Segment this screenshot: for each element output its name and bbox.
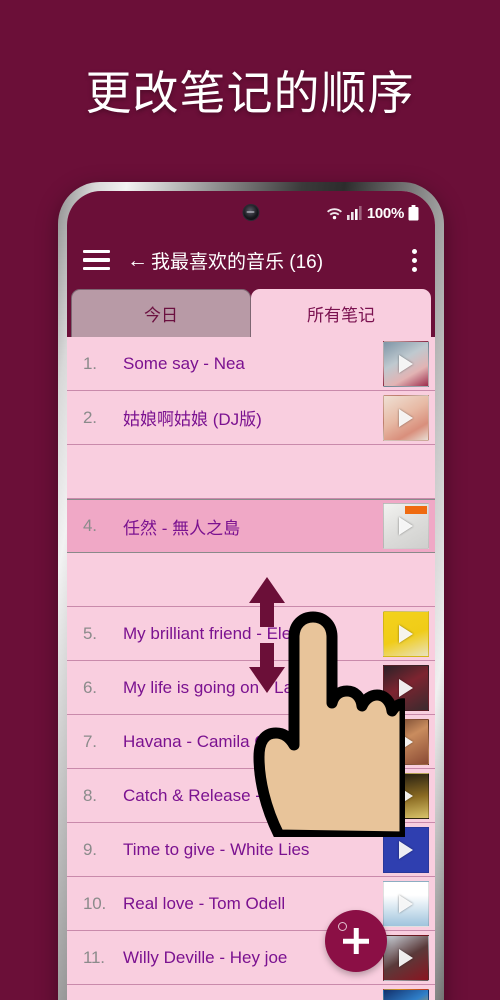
tab-today[interactable]: 今日	[71, 289, 251, 337]
app-bar: ← 我最喜欢的音乐 (16)	[67, 235, 435, 285]
page-title: 更改笔记的顺序	[85, 67, 415, 119]
tab-bar: 今日 所有笔记	[67, 285, 435, 337]
front-camera-icon	[242, 204, 260, 221]
battery-percent-label: 100%	[366, 204, 404, 222]
list-item-title: 姑娘啊姑娘 (DJ版)	[123, 410, 262, 429]
phone-frame: 100% ← 我最喜欢的音乐 (16) 今日 所有笔记 1. Some say …	[58, 182, 444, 1000]
list-item-number: 7.	[83, 731, 97, 751]
list-item-number: 5.	[83, 623, 97, 643]
list-item-title: My life is going on - La	[123, 677, 294, 697]
list-item-title: Havana - Camila Cabello	[123, 731, 312, 751]
phone-screen: 100% ← 我最喜欢的音乐 (16) 今日 所有笔记 1. Some say …	[67, 191, 435, 1000]
list-item[interactable]: 12. Mr. Blue Sky - ELO	[67, 985, 435, 1000]
list-item[interactable]: 6. My life is going on - La	[67, 661, 435, 715]
status-icons: 100%	[326, 205, 419, 222]
cellular-signal-icon	[346, 206, 362, 220]
add-note-fab-icon[interactable]	[325, 910, 387, 972]
thumbnail[interactable]	[383, 340, 429, 387]
list-item-number: 8.	[83, 785, 97, 805]
fab-accent-dot	[338, 922, 347, 931]
list-item[interactable]: 8. Catch & Release - Matt Simons	[67, 769, 435, 823]
hamburger-menu-icon[interactable]	[83, 249, 110, 271]
list-item-title: My brilliant friend - Elena a	[123, 623, 325, 643]
list-item[interactable]: 1. Some say - Nea	[67, 337, 435, 391]
list-item-dragging[interactable]: 4. 任然 - 無人之島	[67, 499, 435, 553]
more-vertical-icon[interactable]	[408, 247, 421, 274]
list-item-title: Catch & Release - Matt Simons	[123, 785, 361, 805]
drop-gap	[67, 553, 435, 607]
app-bar-title: ← 我最喜欢的音乐 (16)	[127, 247, 408, 274]
note-list[interactable]: 1. Some say - Nea 2. 姑娘啊姑娘 (DJ版) 4. 任然 -…	[67, 337, 435, 1000]
status-bar: 100%	[67, 191, 435, 235]
thumbnail[interactable]	[383, 664, 429, 711]
list-item-number: 2.	[83, 407, 97, 427]
back-arrow-icon[interactable]: ←	[127, 250, 148, 271]
list-item[interactable]: 7. Havana - Camila Cabello	[67, 715, 435, 769]
list-item[interactable]: 5. My brilliant friend - Elena a	[67, 607, 435, 661]
thumbnail[interactable]	[383, 394, 429, 441]
thumbnail[interactable]	[383, 988, 429, 1000]
list-item[interactable]: 9. Time to give - White Lies	[67, 823, 435, 877]
thumbnail[interactable]	[383, 503, 429, 549]
list-item-number: 11.	[83, 947, 105, 967]
list-item-number: 1.	[83, 353, 97, 373]
thumbnail[interactable]	[383, 610, 429, 657]
thumbnail[interactable]	[383, 880, 429, 927]
list-item-number: 4.	[83, 516, 97, 535]
wifi-icon	[326, 208, 342, 220]
list-item-title: Some say - Nea	[123, 353, 245, 373]
app-bar-title-label: 我最喜欢的音乐 (16)	[151, 251, 324, 273]
thumbnail[interactable]	[383, 772, 429, 819]
tab-all-notes-label: 所有笔记	[307, 305, 375, 325]
list-item-title: Time to give - White Lies	[123, 839, 310, 859]
thumbnail[interactable]	[383, 934, 429, 981]
tab-today-label: 今日	[144, 306, 178, 325]
list-item-title: 任然 - 無人之島	[123, 518, 241, 538]
list-item-number: 9.	[83, 839, 97, 859]
list-item-number: 6.	[83, 677, 97, 697]
thumbnail[interactable]	[383, 718, 429, 765]
tab-all-notes[interactable]: 所有笔记	[251, 289, 431, 337]
list-item-number: 10.	[83, 893, 107, 913]
list-item[interactable]: 2. 姑娘啊姑娘 (DJ版)	[67, 391, 435, 445]
drop-gap	[67, 445, 435, 499]
thumbnail[interactable]	[383, 826, 429, 873]
list-item-title: Real love - Tom Odell	[123, 893, 286, 913]
battery-full-icon	[408, 205, 419, 221]
